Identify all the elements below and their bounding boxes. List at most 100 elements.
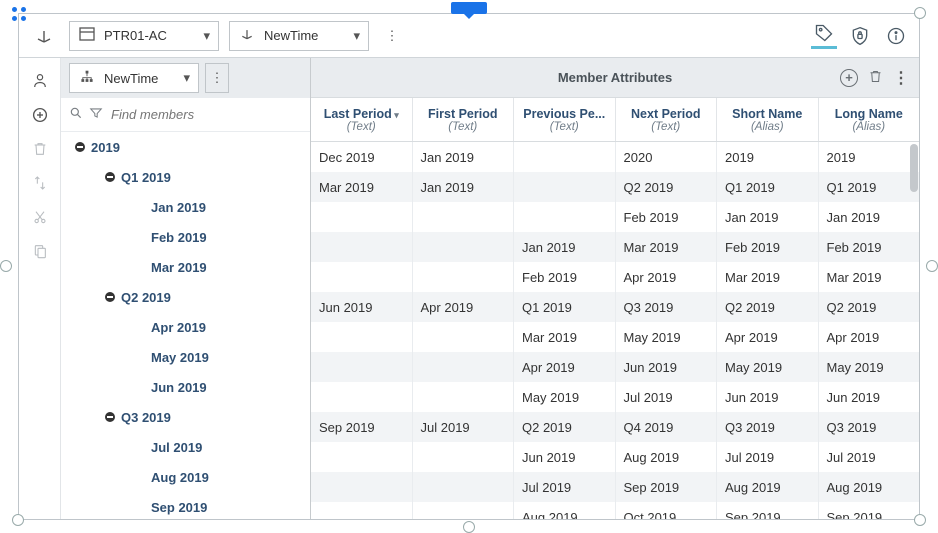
grid-cell[interactable]: Jun 2019 xyxy=(717,382,819,412)
grid-cell[interactable] xyxy=(514,142,616,172)
tree-row[interactable]: 2019 xyxy=(61,132,310,162)
grid-cell[interactable] xyxy=(413,442,515,472)
selection-move-grip[interactable] xyxy=(12,7,26,21)
tree-row[interactable]: May 2019 xyxy=(61,342,310,372)
resize-handle-bottom-left[interactable] xyxy=(12,514,24,526)
grid-cell[interactable]: Apr 2019 xyxy=(717,322,819,352)
tree-row[interactable]: Mar 2019 xyxy=(61,252,310,282)
grid-cell[interactable] xyxy=(311,202,413,232)
grid-cell[interactable]: Aug 2019 xyxy=(717,472,819,502)
grid-row[interactable]: Jan 2019Mar 2019Feb 2019Feb 2019 xyxy=(311,232,919,262)
grid-cell[interactable] xyxy=(413,322,515,352)
grid-cell[interactable]: Jan 2019 xyxy=(819,202,920,232)
collapse-icon[interactable] xyxy=(103,410,117,424)
tree-row[interactable]: Jan 2019 xyxy=(61,192,310,222)
grid-cell[interactable]: Q3 2019 xyxy=(819,412,920,442)
grid-row[interactable]: Jul 2019Sep 2019Aug 2019Aug 2019 xyxy=(311,472,919,502)
tree-dimension-dropdown[interactable]: NewTime ▾ xyxy=(69,63,199,93)
filter-icon[interactable] xyxy=(89,106,103,123)
add-member-button[interactable] xyxy=(19,98,60,132)
column-header[interactable]: Previous Pe...(Text) xyxy=(514,98,616,141)
resize-handle-bottom[interactable] xyxy=(463,521,475,533)
collapse-icon[interactable] xyxy=(103,170,117,184)
grid-cell[interactable] xyxy=(311,352,413,382)
tree-row[interactable]: Sep 2019 xyxy=(61,492,310,520)
grid-cell[interactable]: Jul 2019 xyxy=(616,382,718,412)
more-options-button[interactable]: ⋮ xyxy=(379,22,405,50)
grid-cell[interactable]: Q2 2019 xyxy=(616,172,718,202)
delete-member-button[interactable] xyxy=(19,132,60,166)
tree-row[interactable]: Jul 2019 xyxy=(61,432,310,462)
tree-row[interactable]: Aug 2019 xyxy=(61,462,310,492)
grid-cell[interactable]: Apr 2019 xyxy=(413,292,515,322)
grid-cell[interactable] xyxy=(413,502,515,520)
dimension-dropdown[interactable]: NewTime ▾ xyxy=(229,21,369,51)
grid-cell[interactable]: Oct 2019 xyxy=(616,502,718,520)
grid-cell[interactable] xyxy=(311,262,413,292)
cut-button[interactable] xyxy=(19,200,60,234)
grid-row[interactable]: Feb 2019Apr 2019Mar 2019Mar 2019 xyxy=(311,262,919,292)
grid-cell[interactable]: Sep 2019 xyxy=(616,472,718,502)
grid-cell[interactable]: May 2019 xyxy=(514,382,616,412)
move-member-button[interactable] xyxy=(19,166,60,200)
grid-cell[interactable] xyxy=(311,502,413,520)
grid-row[interactable]: Sep 2019Jul 2019Q2 2019Q4 2019Q3 2019Q3 … xyxy=(311,412,919,442)
grid-cell[interactable]: Feb 2019 xyxy=(717,232,819,262)
search-input[interactable] xyxy=(109,106,302,123)
grid-cell[interactable]: Jan 2019 xyxy=(413,142,515,172)
grid-cell[interactable]: Jul 2019 xyxy=(413,412,515,442)
grid-cell[interactable] xyxy=(514,202,616,232)
grid-cell[interactable]: Feb 2019 xyxy=(819,232,920,262)
tree-row[interactable]: Jun 2019 xyxy=(61,372,310,402)
column-header[interactable]: First Period(Text) xyxy=(413,98,515,141)
collapse-icon[interactable] xyxy=(103,290,117,304)
grid-cell[interactable]: Jun 2019 xyxy=(311,292,413,322)
column-header[interactable]: Long Name(Alias) xyxy=(819,98,920,141)
grid-cell[interactable]: May 2019 xyxy=(819,352,920,382)
attributes-grid[interactable]: Dec 2019Jan 2019202020192019Mar 2019Jan … xyxy=(311,142,919,520)
grid-row[interactable]: Mar 2019Jan 2019Q2 2019Q1 2019Q1 2019 xyxy=(311,172,919,202)
grid-cell[interactable]: Sep 2019 xyxy=(819,502,920,520)
attributes-more-button[interactable]: ⋮ xyxy=(893,68,909,88)
grid-cell[interactable]: Jan 2019 xyxy=(514,232,616,262)
resize-handle-top-right[interactable] xyxy=(914,7,926,19)
grid-cell[interactable]: Jan 2019 xyxy=(717,202,819,232)
grid-cell[interactable] xyxy=(311,472,413,502)
grid-cell[interactable] xyxy=(413,262,515,292)
grid-row[interactable]: Apr 2019Jun 2019May 2019May 2019 xyxy=(311,352,919,382)
paste-button[interactable] xyxy=(19,234,60,268)
resize-handle-bottom-right[interactable] xyxy=(914,514,926,526)
grid-cell[interactable] xyxy=(413,472,515,502)
grid-cell[interactable]: Mar 2019 xyxy=(616,232,718,262)
tag-button[interactable] xyxy=(811,23,837,49)
single-select-button[interactable] xyxy=(19,64,60,98)
grid-cell[interactable]: Apr 2019 xyxy=(819,322,920,352)
info-button[interactable] xyxy=(883,23,909,49)
grid-row[interactable]: Jun 2019Aug 2019Jul 2019Jul 2019 xyxy=(311,442,919,472)
grid-row[interactable]: Jun 2019Apr 2019Q1 2019Q3 2019Q2 2019Q2 … xyxy=(311,292,919,322)
column-header[interactable]: Last Period(Text) xyxy=(311,98,413,141)
collapse-icon[interactable] xyxy=(73,140,87,154)
grid-row[interactable]: Aug 2019Oct 2019Sep 2019Sep 2019 xyxy=(311,502,919,520)
grid-cell[interactable] xyxy=(514,172,616,202)
grid-cell[interactable] xyxy=(311,382,413,412)
grid-cell[interactable]: Mar 2019 xyxy=(514,322,616,352)
grid-cell[interactable]: Jul 2019 xyxy=(819,442,920,472)
delete-attribute-button[interactable] xyxy=(868,69,883,87)
resize-handle-right[interactable] xyxy=(926,260,938,272)
tree-row[interactable]: Q2 2019 xyxy=(61,282,310,312)
grid-cell[interactable] xyxy=(311,442,413,472)
grid-cell[interactable]: Q3 2019 xyxy=(616,292,718,322)
grid-cell[interactable]: Feb 2019 xyxy=(616,202,718,232)
grid-cell[interactable]: Q2 2019 xyxy=(819,292,920,322)
grid-cell[interactable]: Sep 2019 xyxy=(717,502,819,520)
grid-cell[interactable]: Aug 2019 xyxy=(616,442,718,472)
grid-cell[interactable] xyxy=(311,232,413,262)
grid-cell[interactable] xyxy=(413,382,515,412)
tree-more-button[interactable]: ⋮ xyxy=(205,63,229,93)
grid-cell[interactable]: 2019 xyxy=(717,142,819,172)
resize-handle-left[interactable] xyxy=(0,260,12,272)
grid-cell[interactable]: Q1 2019 xyxy=(514,292,616,322)
grid-cell[interactable] xyxy=(311,322,413,352)
grid-cell[interactable]: Apr 2019 xyxy=(616,262,718,292)
